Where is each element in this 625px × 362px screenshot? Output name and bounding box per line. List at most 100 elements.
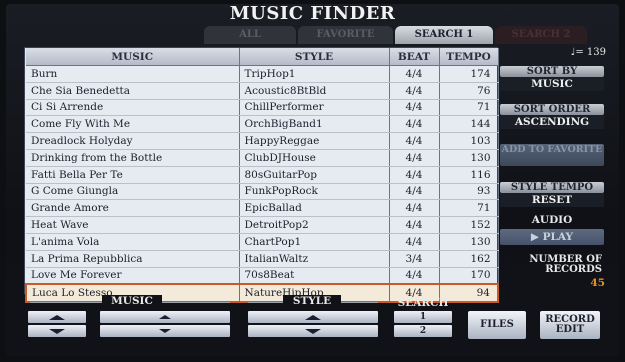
triangle-down-icon	[159, 329, 171, 333]
play-button[interactable]: ▶ PLAY	[500, 229, 604, 245]
cell-tempo: 170	[439, 267, 499, 285]
music-down-button[interactable]	[100, 325, 230, 337]
number-of-records-value: 45	[590, 277, 605, 289]
audio-label: AUDIO	[531, 214, 573, 226]
column-header-tempo[interactable]: TEMPO	[439, 48, 499, 66]
sort-order-button[interactable]: SORT ORDER ASCENDING	[500, 104, 604, 129]
column-header-beat[interactable]: BEAT	[389, 48, 440, 66]
column-header-music[interactable]: MUSIC	[26, 48, 240, 66]
cell-music: La Prima Repubblica	[26, 250, 240, 268]
cell-style: Acoustic8BtBld	[239, 82, 390, 100]
sort-by-label: SORT BY	[500, 66, 604, 77]
cell-music: Heat Wave	[26, 216, 240, 234]
files-button[interactable]: FILES	[468, 311, 526, 339]
add-to-favorite-button[interactable]: ADD TO FAVORITE	[500, 144, 604, 166]
style-tempo-label: STYLE TEMPO	[500, 182, 604, 193]
music-page-up-button[interactable]	[28, 311, 86, 323]
cell-style: EpicBallad	[239, 199, 390, 218]
cell-tempo: 144	[439, 115, 499, 134]
search-group-label: SEARCH	[397, 297, 449, 309]
music-group-label: MUSIC	[102, 295, 162, 307]
cell-music: Love Me Forever	[26, 267, 240, 285]
table-row[interactable]: Drinking from the Bottle ClubDJHouse 4/4 13…	[26, 149, 499, 167]
cell-music: Drinking from the Bottle	[26, 149, 240, 167]
cell-beat: 4/4	[389, 65, 440, 83]
cell-style: 70s8Beat	[239, 267, 390, 285]
cell-tempo: 130	[439, 149, 499, 167]
cell-tempo: 130	[439, 233, 499, 251]
sort-by-button[interactable]: SORT BY MUSIC	[500, 66, 604, 91]
tab-all[interactable]: ALL	[204, 26, 296, 44]
triangle-up-icon	[159, 315, 171, 319]
record-edit-button[interactable]: RECORD EDIT	[540, 311, 600, 339]
cell-beat: 4/4	[389, 233, 440, 251]
triangle-down-icon	[49, 328, 65, 334]
table-row[interactable]: Ci Si Arrende ChillPerformer 4/4 71	[26, 99, 499, 117]
tempo-readout: ♩= 139	[570, 47, 606, 58]
sort-by-value: MUSIC	[500, 77, 604, 91]
number-of-records-label: NUMBER OF RECORDS	[529, 254, 602, 275]
tab-search-2[interactable]: SEARCH 2	[495, 26, 587, 44]
cell-music: L'anima Vola	[26, 233, 240, 251]
cell-tempo: 93	[439, 183, 499, 201]
cell-beat: 4/4	[389, 99, 440, 117]
cell-music: Grande Amore	[26, 199, 240, 218]
cell-style: ClubDJHouse	[239, 149, 390, 167]
cell-tempo: 152	[439, 216, 499, 234]
tab-search-1[interactable]: SEARCH 1	[395, 26, 493, 44]
table-row[interactable]: Dreadlock Holyday HappyReggae 4/4 103	[26, 132, 499, 150]
cell-beat: 4/4	[389, 183, 440, 201]
table-row[interactable]: Heat Wave DetroitPop2 4/4 152	[26, 216, 499, 234]
cell-beat: 4/4	[389, 132, 440, 150]
table-row[interactable]: Che Sia Benedetta Acoustic8BtBld 4/4 76	[26, 82, 499, 100]
cell-music: Ci Si Arrende	[26, 99, 240, 117]
cell-music: G Come Giungla	[26, 183, 240, 201]
cell-style: TripHop1	[239, 65, 390, 83]
cell-music: Come Fly With Me	[26, 115, 240, 134]
cell-beat: 4/4	[389, 267, 440, 285]
cell-tempo: 162	[439, 250, 499, 268]
cell-tempo: 174	[439, 65, 499, 83]
music-list-table: MUSIC STYLE BEAT TEMPO Burn TripHop1 4/4 17…	[24, 47, 499, 304]
style-down-button[interactable]	[248, 325, 378, 337]
sort-order-label: SORT ORDER	[500, 104, 604, 115]
search-1-button[interactable]: 1	[394, 311, 452, 323]
cell-beat: 4/4	[389, 149, 440, 167]
table-row[interactable]: G Come Giungla FunkPopRock 4/4 93	[26, 183, 499, 201]
cell-style: DetroitPop2	[239, 216, 390, 234]
search-2-button[interactable]: 2	[394, 325, 452, 337]
style-up-button[interactable]	[248, 311, 378, 323]
table-row[interactable]: L'anima Vola ChartPop1 4/4 130	[26, 233, 499, 251]
cell-music: Che Sia Benedetta	[26, 82, 240, 100]
cell-tempo: 71	[439, 199, 499, 218]
cell-tempo: 71	[439, 99, 499, 117]
cell-tempo: 116	[439, 166, 499, 184]
cell-music: Dreadlock Holyday	[26, 132, 240, 150]
page-title: MUSIC FINDER	[229, 3, 396, 24]
table-row[interactable]: La Prima Repubblica ItalianWaltz 3/4 162	[26, 250, 499, 268]
cell-music: Fatti Bella Per Te	[26, 166, 240, 184]
cell-style: ItalianWaltz	[239, 250, 390, 268]
tab-favorite[interactable]: FAVORITE	[298, 26, 393, 44]
music-page-down-button[interactable]	[28, 325, 86, 337]
table-row[interactable]: Burn TripHop1 4/4 174	[26, 65, 499, 83]
cell-style: FunkPopRock	[239, 183, 390, 201]
style-tempo-button[interactable]: STYLE TEMPO RESET	[500, 182, 604, 207]
table-row[interactable]: Grande Amore EpicBallad 4/4 71	[26, 199, 499, 218]
cell-tempo: 76	[439, 82, 499, 100]
cell-style: HappyReggae	[239, 132, 390, 150]
cell-music: Burn	[26, 65, 240, 83]
music-up-button[interactable]	[100, 311, 230, 323]
cell-beat: 4/4	[389, 166, 440, 184]
cell-style: ChartPop1	[239, 233, 390, 251]
style-group-label: STYLE	[283, 295, 341, 307]
triangle-up-icon	[305, 314, 321, 320]
column-header-style[interactable]: STYLE	[239, 48, 390, 66]
table-row[interactable]: Fatti Bella Per Te 80sGuitarPop 4/4 116	[26, 166, 499, 184]
cell-tempo: 103	[439, 132, 499, 150]
cell-beat: 4/4	[389, 82, 440, 100]
table-row[interactable]: Come Fly With Me OrchBigBand1 4/4 144	[26, 115, 499, 134]
table-row[interactable]: Love Me Forever 70s8Beat 4/4 170	[26, 267, 499, 285]
style-tempo-value: RESET	[500, 193, 604, 207]
sort-order-value: ASCENDING	[500, 115, 604, 129]
